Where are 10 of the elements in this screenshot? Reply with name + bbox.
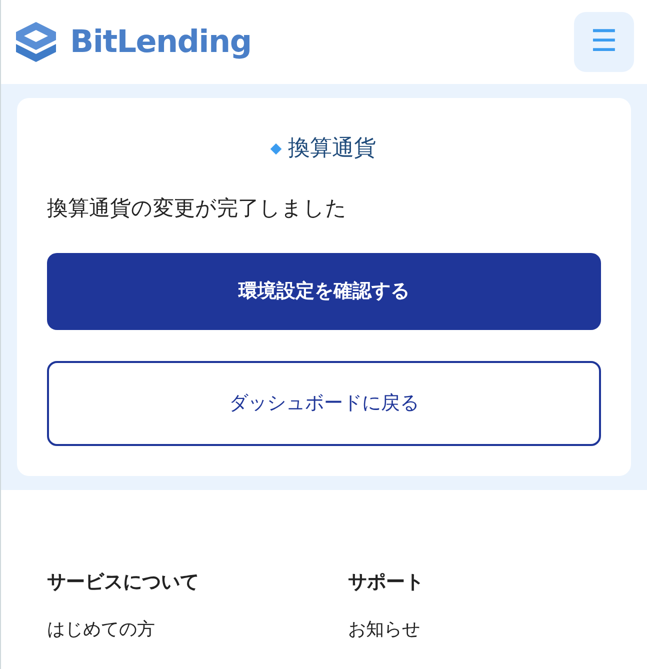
dashboard-button[interactable]: ダッシュボードに戻る: [47, 360, 601, 446]
footer-heading: サービスについて: [47, 570, 200, 594]
confirm-settings-button[interactable]: 環境設定を確認する: [47, 252, 601, 330]
logo-icon: [14, 20, 58, 64]
logo-text: BitLending: [70, 22, 252, 62]
card-title: 換算通貨: [288, 135, 376, 163]
footer-link[interactable]: お知らせ: [348, 616, 601, 643]
footer-heading: サポート: [348, 570, 425, 594]
footer-link[interactable]: はじめての方: [47, 616, 324, 643]
completion-message: 換算通貨の変更が完了しました: [47, 195, 348, 222]
